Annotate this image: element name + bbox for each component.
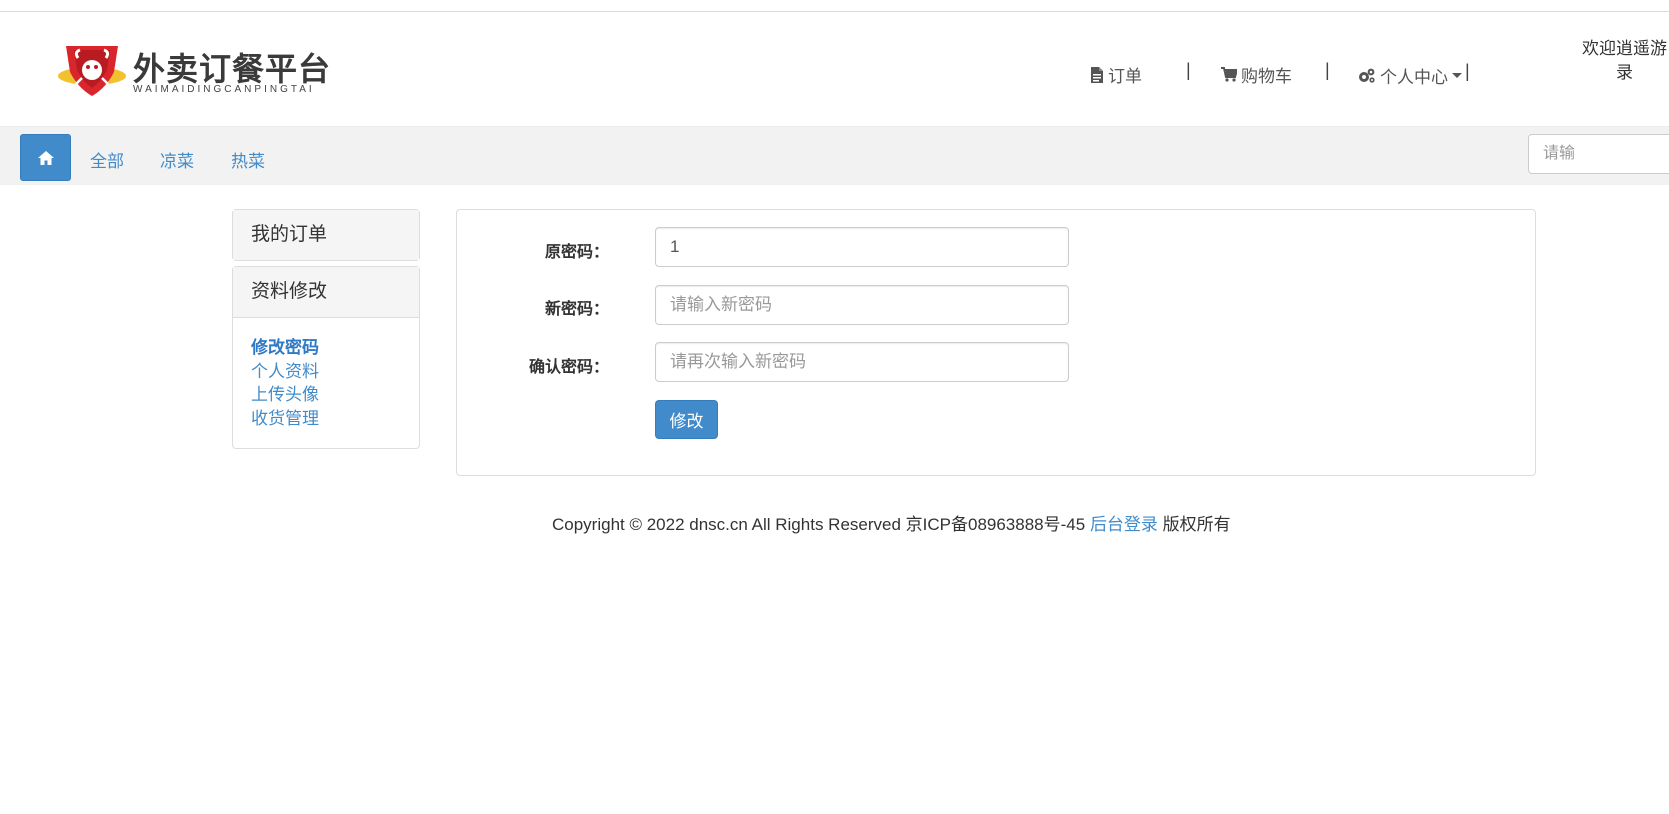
caret-down-icon: [1452, 72, 1462, 78]
search-input[interactable]: 请输: [1528, 134, 1669, 174]
crab-shield-logo-icon: [58, 46, 126, 96]
new-password-label: 新密码：: [544, 301, 609, 318]
nav-separator: |: [1465, 61, 1470, 81]
nav-orders-label: 订单: [1108, 67, 1142, 86]
sidebar-link-change-password[interactable]: 修改密码: [251, 336, 401, 360]
home-icon: [37, 150, 54, 165]
nav-cart-label: 购物车: [1241, 67, 1292, 86]
sidebar-profile-links: 修改密码 个人资料 上传头像 收货管理: [233, 317, 419, 446]
sidebar-link-address-management[interactable]: 收货管理: [251, 407, 401, 431]
site-logo[interactable]: 外卖订餐平台 WAIMAIDINGCANPINGTAI: [56, 40, 356, 100]
sidebar-link-personal-info[interactable]: 个人资料: [251, 360, 401, 384]
new-password-input[interactable]: [655, 285, 1069, 325]
nav-profile-label: 个人中心: [1380, 68, 1448, 87]
nav-orders-link[interactable]: 订单: [1090, 62, 1142, 87]
browser-bookmark-strip: [0, 0, 1669, 12]
welcome-line-2: 录: [1616, 63, 1633, 82]
nav-separator: |: [1186, 60, 1191, 80]
logo-subtitle: WAIMAIDINGCANPINGTAI: [133, 84, 315, 95]
nav-category-hot-dishes[interactable]: 热菜: [231, 147, 265, 172]
change-password-panel: 原密码： 新密码： 确认密码： 修改: [456, 209, 1536, 476]
welcome-line-1: 欢迎逍遥游: [1582, 39, 1667, 58]
nav-cart-link[interactable]: 购物车: [1221, 62, 1292, 87]
sidebar-orders-panel: 我的订单: [232, 209, 420, 261]
category-navbar: 全部 凉菜 热菜 请输: [0, 126, 1669, 185]
nav-profile-dropdown[interactable]: 个人中心: [1357, 63, 1462, 88]
footer-admin-login-link[interactable]: 后台登录: [1090, 515, 1158, 534]
site-header: 外卖订餐平台 WAIMAIDINGCANPINGTAI 订单 | 购物车 | 个…: [0, 12, 1669, 126]
welcome-text: 欢迎逍遥游 录: [1580, 37, 1669, 85]
confirm-password-label: 确认密码：: [528, 359, 609, 376]
sidebar-link-upload-avatar[interactable]: 上传头像: [251, 383, 401, 407]
footer-rights: 版权所有: [1162, 515, 1231, 534]
nav-separator: |: [1325, 60, 1330, 80]
footer-copyright: Copyright © 2022 dnsc.cn All Rights Rese…: [552, 515, 1086, 534]
home-button[interactable]: [20, 134, 71, 181]
shopping-cart-icon: [1221, 67, 1237, 82]
gears-icon: [1359, 68, 1375, 83]
submit-change-password-button[interactable]: 修改: [655, 400, 718, 439]
confirm-password-input[interactable]: [655, 342, 1069, 382]
nav-category-all[interactable]: 全部: [90, 147, 124, 172]
old-password-input[interactable]: [655, 227, 1069, 267]
sidebar-profile-panel: 资料修改 修改密码 个人资料 上传头像 收货管理: [232, 266, 420, 449]
sidebar-profile-heading[interactable]: 资料修改: [233, 267, 419, 317]
file-icon: [1091, 66, 1103, 83]
old-password-label: 原密码：: [544, 244, 609, 261]
sidebar-item-my-orders[interactable]: 我的订单: [233, 210, 419, 260]
nav-category-cold-dishes[interactable]: 凉菜: [160, 147, 194, 172]
